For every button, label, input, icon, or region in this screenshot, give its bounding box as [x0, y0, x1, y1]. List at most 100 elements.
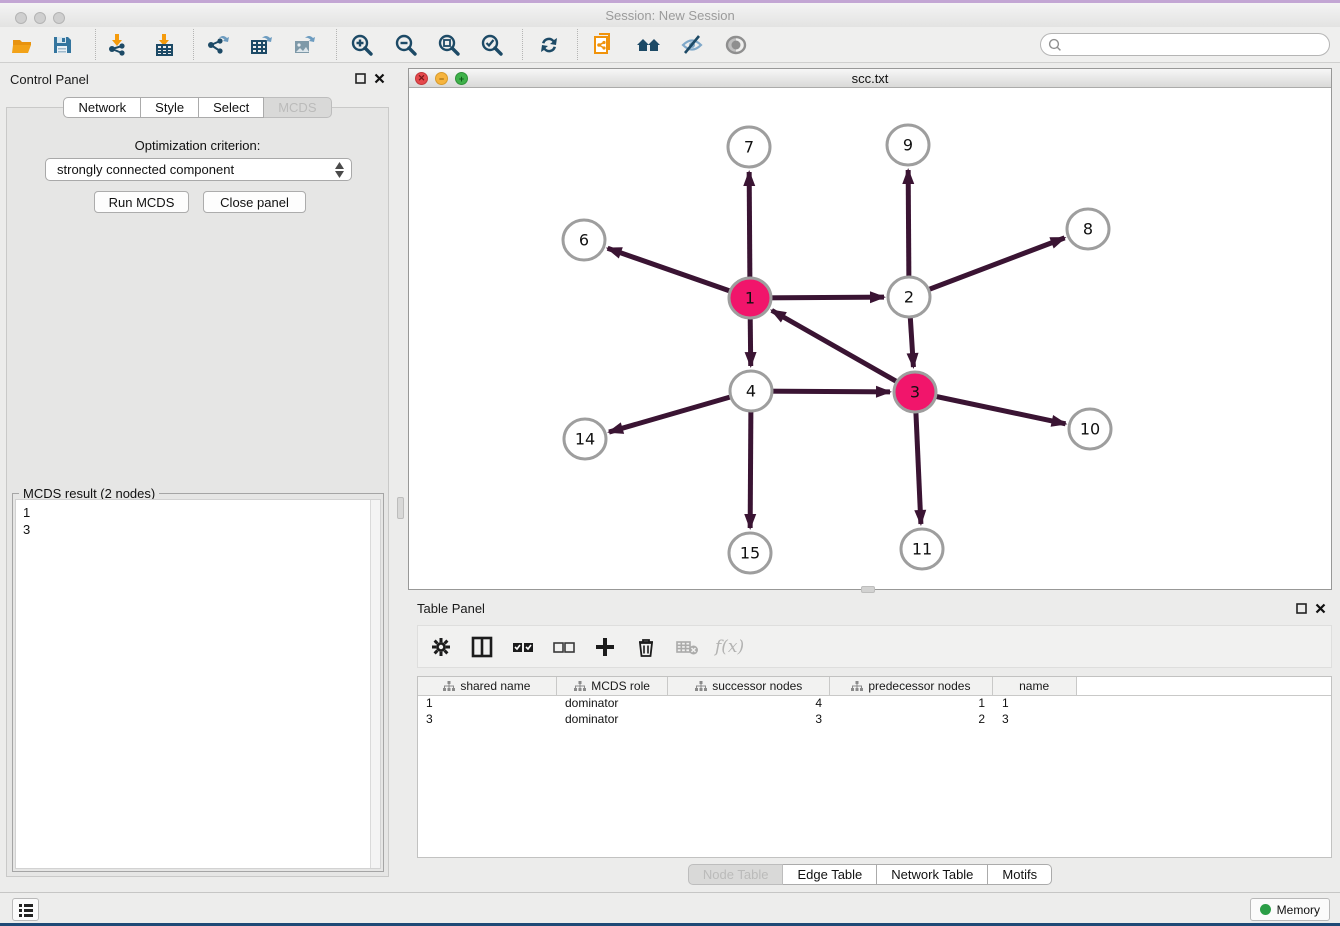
memory-button[interactable]: Memory	[1250, 898, 1330, 921]
show-all-icon[interactable]	[723, 32, 749, 58]
svg-text:10: 10	[1080, 420, 1100, 439]
column-header-successor-nodes[interactable]: successor nodes	[668, 677, 830, 695]
table-row[interactable]: 1dominator411	[418, 696, 1331, 712]
tab-edge-table[interactable]: Edge Table	[783, 864, 877, 885]
hide-selected-icon[interactable]	[679, 32, 705, 58]
cell-successor-nodes[interactable]: 4	[669, 696, 831, 712]
run-mcds-button[interactable]: Run MCDS	[94, 191, 189, 213]
import-table-icon[interactable]	[152, 32, 178, 58]
control-panel-tabs: NetworkStyleSelectMCDS	[0, 97, 395, 118]
column-type-icon	[574, 681, 586, 692]
cell-shared-name[interactable]: 1	[418, 696, 557, 712]
panel-menu-button[interactable]	[12, 898, 39, 921]
column-header-name[interactable]: name	[993, 677, 1077, 695]
graph-node-15[interactable]: 15	[729, 533, 771, 573]
export-image-icon[interactable]	[292, 32, 318, 58]
save-session-icon[interactable]	[49, 32, 75, 58]
table-row[interactable]: 3dominator323	[418, 712, 1331, 728]
graph-node-6[interactable]: 6	[563, 220, 605, 260]
graph-node-10[interactable]: 10	[1069, 409, 1111, 449]
result-scrollbar[interactable]	[370, 500, 380, 868]
cell-MCDS-role[interactable]: dominator	[557, 696, 669, 712]
export-network-icon[interactable]	[205, 32, 231, 58]
column-visibility-icon[interactable]	[469, 634, 495, 660]
tab-select[interactable]: Select	[199, 97, 264, 118]
zoom-out-icon[interactable]	[393, 32, 419, 58]
zoom-in-icon[interactable]	[349, 32, 375, 58]
edge-3-1[interactable]	[772, 310, 915, 392]
optimization-criterion-label: Optimization criterion:	[0, 138, 395, 153]
select-all-rows-icon[interactable]	[510, 634, 536, 660]
graph-node-7[interactable]: 7	[728, 127, 770, 167]
svg-text:9: 9	[903, 136, 913, 155]
refresh-icon[interactable]	[536, 32, 562, 58]
cell-MCDS-role[interactable]: dominator	[557, 712, 669, 728]
column-header-predecessor-nodes[interactable]: predecessor nodes	[830, 677, 993, 695]
open-session-icon[interactable]	[9, 32, 35, 58]
edge-3-10[interactable]	[915, 392, 1066, 424]
svg-text:3: 3	[910, 383, 920, 402]
close-panel-button[interactable]: Close panel	[203, 191, 306, 213]
export-table-icon[interactable]	[249, 32, 275, 58]
header-filler	[1077, 677, 1331, 695]
graph-node-4[interactable]: 4	[730, 371, 772, 411]
import-network-icon[interactable]	[105, 32, 131, 58]
table-panel: Table Panel f(x) shared nameMCDS rol	[408, 595, 1340, 890]
network-window-titlebar[interactable]: ✕ − + scc.txt	[409, 69, 1331, 88]
cell-predecessor-nodes[interactable]: 1	[831, 696, 994, 712]
close-panel-icon[interactable]	[374, 73, 385, 84]
float-panel-icon[interactable]	[355, 73, 366, 84]
tab-mcds[interactable]: MCDS	[264, 97, 331, 118]
criterion-dropdown[interactable]: strongly connected component	[45, 158, 352, 181]
network-canvas[interactable]: 7 9 6 8 1 2 4 3 14 10 15 11	[409, 88, 1331, 589]
zoom-selected-icon[interactable]	[479, 32, 505, 58]
cell-name[interactable]: 1	[994, 696, 1078, 712]
application-window: Session: New Session	[0, 0, 1340, 926]
deselect-all-rows-icon[interactable]	[551, 634, 577, 660]
edge-2-8[interactable]	[909, 238, 1065, 297]
svg-text:6: 6	[579, 231, 589, 250]
column-header-shared-name[interactable]: shared name	[418, 677, 557, 695]
cell-shared-name[interactable]: 3	[418, 712, 557, 728]
column-header-MCDS-role[interactable]: MCDS role	[557, 677, 669, 695]
clone-network-icon[interactable]	[591, 32, 617, 58]
horizontal-splitter-grip[interactable]	[861, 586, 875, 593]
toolbar-separator	[95, 29, 96, 60]
search-input[interactable]	[1066, 38, 1329, 52]
delete-columns-icon[interactable]	[674, 634, 700, 660]
graph-node-9[interactable]: 9	[887, 125, 929, 165]
toolbar-separator	[336, 29, 337, 60]
table-panel-title: Table Panel	[417, 601, 485, 616]
cell-successor-nodes[interactable]: 3	[669, 712, 831, 728]
table-toolbar: f(x)	[417, 625, 1332, 668]
table-options-icon[interactable]	[428, 634, 454, 660]
tab-network-table[interactable]: Network Table	[877, 864, 988, 885]
toolbar-separator	[577, 29, 578, 60]
tab-motifs[interactable]: Motifs	[988, 864, 1052, 885]
tab-network[interactable]: Network	[63, 97, 141, 118]
tab-node-table[interactable]: Node Table	[688, 864, 784, 885]
add-row-icon[interactable]	[592, 634, 618, 660]
graph-node-11[interactable]: 11	[901, 529, 943, 569]
close-panel-icon[interactable]	[1315, 603, 1326, 614]
edge-1-6[interactable]	[608, 248, 750, 298]
first-neighbors-icon[interactable]	[635, 32, 661, 58]
search-field[interactable]	[1040, 33, 1330, 56]
graph-node-8[interactable]: 8	[1067, 209, 1109, 249]
graph-node-2[interactable]: 2	[888, 277, 930, 317]
cell-name[interactable]: 3	[994, 712, 1078, 728]
graph-node-3[interactable]: 3	[894, 372, 936, 412]
svg-text:14: 14	[575, 430, 595, 449]
mcds-result-area[interactable]: 1 3	[15, 499, 381, 869]
float-panel-icon[interactable]	[1296, 603, 1307, 614]
main-titlebar[interactable]: Session: New Session	[0, 3, 1340, 27]
graph-node-14[interactable]: 14	[564, 419, 606, 459]
zoom-fit-icon[interactable]	[436, 32, 462, 58]
graph-node-1[interactable]: 1	[729, 278, 771, 318]
function-builder-icon[interactable]: f(x)	[715, 637, 744, 657]
tab-style[interactable]: Style	[141, 97, 199, 118]
node-table: shared nameMCDS rolesuccessor nodesprede…	[417, 676, 1332, 858]
cell-predecessor-nodes[interactable]: 2	[831, 712, 994, 728]
delete-rows-icon[interactable]	[633, 634, 659, 660]
panel-splitter-grip[interactable]	[397, 497, 404, 519]
